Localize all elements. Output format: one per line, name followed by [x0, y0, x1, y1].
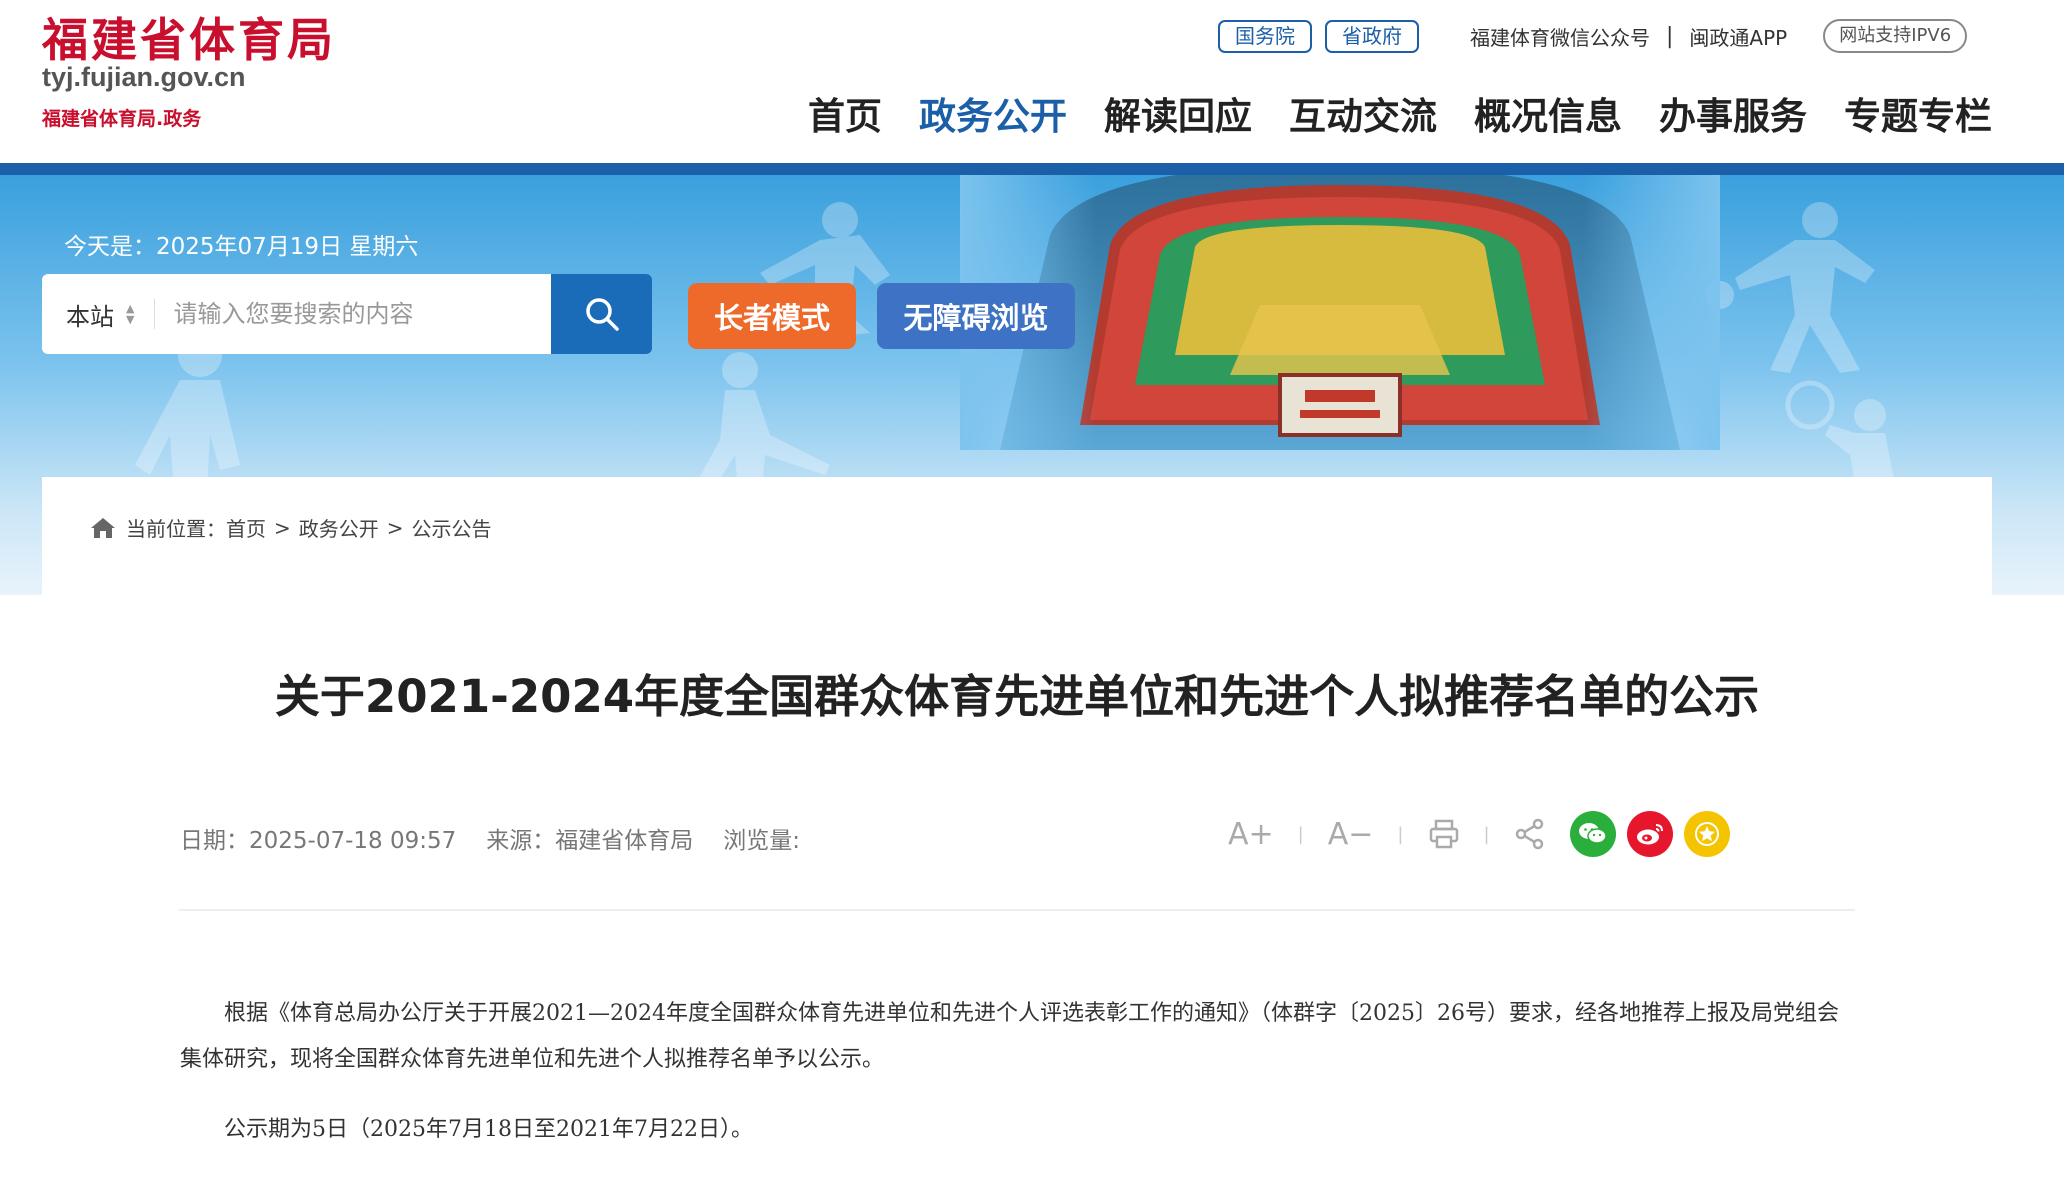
main-nav: 首页 政务公开 解读回应 互动交流 概况信息 办事服务 专题专栏 [808, 86, 1992, 140]
nav-item-interaction[interactable]: 互动交流 [1289, 86, 1437, 140]
font-increase-button[interactable]: A+ [1228, 817, 1274, 852]
article-paragraph: 公示期为5日（2025年7月18日至2021年7月22日）。 [224, 1117, 753, 1142]
article-paragraph: 根据《体育总局办公厅关于开展2021—2024年度全国群众体育先进单位和先进个人… [180, 1001, 1839, 1072]
site-logo-domain[interactable]: tyj.fujian.gov.cn [42, 62, 246, 93]
accessibility-button[interactable]: 无障碍浏览 [877, 283, 1075, 349]
ipv6-badge[interactable]: 网站支持IPV6 [1823, 19, 1968, 53]
meta-divider [179, 909, 1855, 911]
search-box: 本站 ▲ ▼ [42, 274, 551, 354]
top-links-separator: | [1666, 23, 1674, 49]
breadcrumb-separator: > [386, 515, 404, 540]
breadcrumb-home[interactable]: 首页 [226, 513, 266, 542]
article-source: 来源：福建省体育局 [486, 828, 694, 854]
article-date: 日期：2025-07-18 09:57 [180, 828, 457, 854]
weibo-icon [1636, 824, 1663, 845]
top-links: 国务院 省政府 福建体育微信公众号 | 闽政通APP 网站支持IPV6 [1218, 18, 1968, 54]
banner-top-bar [0, 163, 2064, 175]
province-gov-link[interactable]: 省政府 [1325, 19, 1419, 53]
article-body: 根据《体育总局办公厅关于开展2021—2024年度全国群众体育先进单位和先进个人… [180, 991, 1856, 1153]
star-icon [1694, 822, 1719, 846]
breadcrumb-announcements[interactable]: 公示公告 [412, 513, 492, 542]
print-icon[interactable] [1428, 818, 1460, 850]
search-divider [154, 299, 156, 329]
state-council-link[interactable]: 国务院 [1218, 19, 1312, 53]
article-views: 浏览量: [723, 828, 801, 854]
tool-separator: | [1483, 823, 1490, 845]
breadcrumb: 当前位置： 首页 > 政务公开 > 公示公告 [90, 513, 492, 542]
site-logo-subtitle: 福建省体育局.政务 [42, 108, 202, 130]
nav-item-home[interactable]: 首页 [808, 86, 882, 140]
search-scope-select[interactable]: 本站 [66, 297, 114, 332]
nav-item-overview[interactable]: 概况信息 [1474, 86, 1622, 140]
search-button[interactable] [551, 274, 652, 354]
breadcrumb-prefix: 当前位置： [126, 517, 226, 541]
sort-arrows-icon[interactable]: ▲ ▼ [126, 303, 134, 325]
article-meta: 日期：2025-07-18 09:57 来源：福建省体育局 浏览量: [180, 821, 830, 855]
nav-item-services[interactable]: 办事服务 [1659, 86, 1807, 140]
favorite-button[interactable] [1683, 811, 1730, 857]
tool-separator: | [1297, 823, 1304, 845]
tool-separator: | [1397, 823, 1404, 845]
nav-item-gov-affairs[interactable]: 政务公开 [919, 86, 1067, 140]
wechat-account-link[interactable]: 福建体育微信公众号 [1470, 22, 1650, 51]
today-date: 今天是：2025年07月19日 星期六 [64, 234, 419, 260]
wechat-share-button[interactable] [1569, 811, 1616, 857]
wechat-icon [1578, 823, 1607, 844]
breadcrumb-separator: > [274, 515, 291, 540]
share-icon[interactable] [1514, 818, 1546, 850]
home-icon [91, 517, 115, 538]
site-header: 福建省体育局 tyj.fujian.gov.cn 福建省体育局.政务 国务院 省… [0, 0, 2064, 163]
athlete-silhouette-icon [1706, 202, 1875, 373]
search-icon [585, 298, 619, 331]
site-logo-title[interactable]: 福建省体育局 [42, 4, 336, 70]
nav-item-interpretation[interactable]: 解读回应 [1104, 86, 1252, 140]
article-title: 关于2021-2024年度全国群众体育先进单位和先进个人拟推荐名单的公示 [274, 670, 1760, 723]
article-panel: 当前位置： 首页 > 政务公开 > 公示公告 关于2021-2024年度全国群众… [42, 477, 1992, 1177]
weibo-share-button[interactable] [1626, 811, 1673, 857]
breadcrumb-gov-affairs[interactable]: 政务公开 [299, 513, 379, 542]
elder-mode-button[interactable]: 长者模式 [688, 283, 856, 349]
app-link[interactable]: 闽政通APP [1689, 22, 1787, 51]
search-input[interactable] [173, 300, 514, 328]
font-decrease-button[interactable]: A− [1328, 817, 1374, 852]
article-tools: A+ | A− | | [1228, 811, 1730, 857]
nav-item-topics[interactable]: 专题专栏 [1844, 86, 1992, 140]
